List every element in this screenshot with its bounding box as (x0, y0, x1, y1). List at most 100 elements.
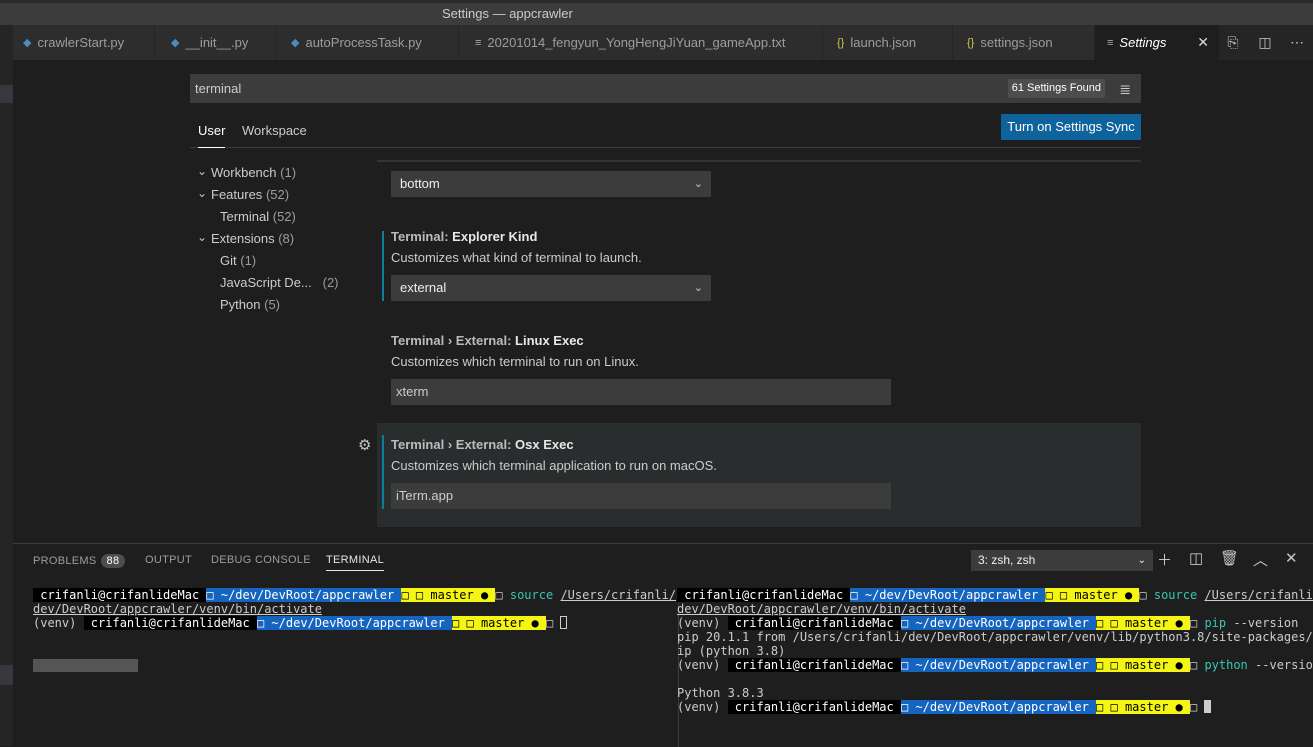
open-settings-json-icon[interactable]: ⎘ (1217, 34, 1249, 51)
terminal-select[interactable]: 3: zsh, zsh ⌄ (971, 550, 1153, 571)
toc-item-terminal[interactable]: Terminal (52) (220, 209, 296, 224)
chevron-down-icon: ⌄ (197, 230, 208, 244)
setting-name: Osx Exec (515, 437, 574, 452)
problems-count-badge: 88 (100, 554, 126, 568)
settings-scope-tabs: User Workspace (190, 116, 1141, 148)
settings-found-badge: 61 Settings Found (1007, 79, 1105, 98)
toc-count: (1) (280, 165, 297, 180)
terminal-left[interactable]: crifanli@crifanlideMac □ ~/dev/DevRoot/a… (33, 588, 676, 672)
panel-location-select[interactable]: bottom ⌄ (391, 171, 711, 197)
settings-sync-button[interactable]: Turn on Settings Sync (1001, 114, 1141, 140)
tab-user[interactable]: User (198, 123, 226, 148)
tab-debug-console[interactable]: DEBUG CONSOLE (211, 554, 311, 566)
tab-label: settings.json (980, 35, 1053, 50)
prompt-git: □ □ master ● (452, 616, 546, 630)
prompt-git: □ □ master ● (1096, 616, 1190, 630)
terminal-cursor (1204, 700, 1212, 713)
command-arg: /Users/crifanli/ (560, 588, 677, 602)
toc-item-git[interactable]: Git (1) (220, 253, 256, 268)
text-file-icon: ≡ (475, 36, 482, 49)
clear-filter-icon[interactable]: ≣ (1119, 75, 1131, 104)
toc-label: Terminal (220, 209, 270, 224)
tab-gameapp-txt[interactable]: ≡ 20201014_fengyun_YongHengJiYuan_gameAp… (459, 25, 823, 60)
command: source (1153, 588, 1198, 602)
split-terminal-icon[interactable]: ◫ (1189, 549, 1203, 567)
toc-item-extensions[interactable]: ⌄ Extensions (8) (197, 230, 295, 246)
tab-label: autoProcessTask.py (305, 35, 422, 50)
tab-workspace[interactable]: Workspace (242, 123, 307, 138)
setting-category: Terminal › External: (391, 437, 516, 452)
tab-settings-json[interactable]: {} settings.json (953, 25, 1095, 60)
settings-file-icon: ≡ (1107, 36, 1114, 49)
settings-search-input[interactable]: terminal 61 Settings Found ≣ (190, 74, 1141, 103)
python-file-icon: ◆ (171, 37, 180, 49)
editor-tabs: ◆ crawlerStart.py ◆ __init__.py ◆ autoPr… (13, 25, 1313, 60)
toc-item-features[interactable]: ⌄ Features (52) (197, 186, 290, 202)
sidebar-selection-2 (0, 665, 13, 685)
new-terminal-icon[interactable]: ＋ (1157, 549, 1172, 570)
terminal-line: crifanli@crifanlideMac □ ~/dev/DevRoot/a… (33, 588, 676, 602)
close-panel-icon[interactable]: ✕ (1285, 549, 1298, 567)
search-value: terminal (195, 81, 242, 96)
venv-label: (venv) (677, 616, 728, 630)
terminal-line: Python 3.8.3 (677, 686, 764, 700)
tab-settings[interactable]: ≡ Settings ✕ (1095, 25, 1220, 60)
tab-label: PROBLEMS (33, 555, 97, 567)
toc-count: (1) (240, 253, 257, 268)
terminal-line: (venv) crifanli@crifanlideMac □ ~/dev/De… (677, 616, 1298, 630)
prompt-end: □ (1139, 588, 1147, 602)
toc-item-python[interactable]: Python (5) (220, 297, 280, 312)
toc-count: (8) (278, 231, 295, 246)
setting-name: Linux Exec (515, 333, 584, 348)
command: source (509, 588, 554, 602)
linux-exec-input[interactable]: xterm (391, 379, 891, 405)
gear-icon[interactable]: ⚙ (358, 436, 371, 454)
toc-label: JavaScript De... (220, 275, 312, 290)
setting-title-osx-exec: Terminal › External: Osx Exec (391, 437, 574, 452)
explorer-kind-select[interactable]: external ⌄ (391, 275, 711, 301)
tab-problems[interactable]: PROBLEMS 88 (33, 554, 126, 568)
json-file-icon: {} (967, 36, 975, 49)
tab-output[interactable]: OUTPUT (145, 554, 192, 566)
tab-launch-json[interactable]: {} launch.json (823, 25, 953, 60)
tab-crawlerstart[interactable]: ◆ crawlerStart.py (13, 25, 155, 60)
list-top-divider (377, 160, 1141, 162)
terminal-line: (venv) crifanli@crifanlideMac □ ~/dev/De… (677, 700, 1212, 714)
venv-label: (venv) (33, 616, 84, 630)
osx-exec-input[interactable]: iTerm.app (391, 483, 891, 509)
terminal-line: dev/DevRoot/appcrawler/venv/bin/activate (33, 602, 322, 616)
command: python (1204, 658, 1248, 672)
prompt-path: □ ~/dev/DevRoot/appcrawler (900, 616, 1097, 630)
select-value: external (400, 280, 447, 295)
sidebar-selection (0, 85, 13, 103)
tab-init[interactable]: ◆ __init__.py (155, 25, 277, 60)
toc-label: Python (220, 297, 261, 312)
setting-category: Terminal: (391, 229, 453, 244)
prompt-user: crifanli@crifanlideMac (727, 700, 901, 714)
terminal-line: ip (python 3.8) (677, 644, 786, 658)
setting-title-explorer-kind: Terminal: Explorer Kind (391, 229, 537, 244)
python-file-icon: ◆ (291, 37, 300, 49)
prompt-user: crifanli@crifanlideMac (677, 588, 851, 602)
toc-count: (5) (264, 297, 280, 312)
tab-terminal[interactable]: TERMINAL (326, 554, 385, 571)
terminal-right[interactable]: crifanli@crifanlideMac □ ~/dev/DevRoot/a… (677, 588, 1313, 728)
prompt-path: □ ~/dev/DevRoot/appcrawler (900, 700, 1097, 714)
toc-count: (52) (272, 209, 296, 224)
tab-autoprocesstask[interactable]: ◆ autoProcessTask.py (277, 25, 459, 60)
command-arg: /Users/crifanli/ (1204, 588, 1313, 602)
setting-description: Customizes which terminal application to… (391, 458, 717, 473)
trash-icon[interactable]: 🗑 (1220, 549, 1239, 567)
toc-item-javascript-debugger[interactable]: JavaScript De... (2) (220, 275, 339, 290)
more-actions-icon[interactable]: ⋯ (1281, 34, 1313, 51)
close-icon[interactable]: ✕ (1197, 34, 1209, 51)
split-editor-icon[interactable]: ◫ (1249, 34, 1281, 51)
toc-count: (52) (265, 187, 290, 202)
toc-item-workbench[interactable]: ⌄ Workbench (1) (197, 164, 297, 180)
chevron-down-icon: ⌄ (197, 164, 208, 178)
prompt-user: crifanli@crifanlideMac (33, 588, 207, 602)
prompt-end: □ (545, 616, 554, 630)
prompt-git: □ □ master ● (1096, 658, 1190, 672)
maximize-panel-icon[interactable]: ︿ (1253, 549, 1268, 570)
terminal-line: (venv) crifanli@crifanlideMac □ ~/dev/De… (677, 658, 1313, 672)
